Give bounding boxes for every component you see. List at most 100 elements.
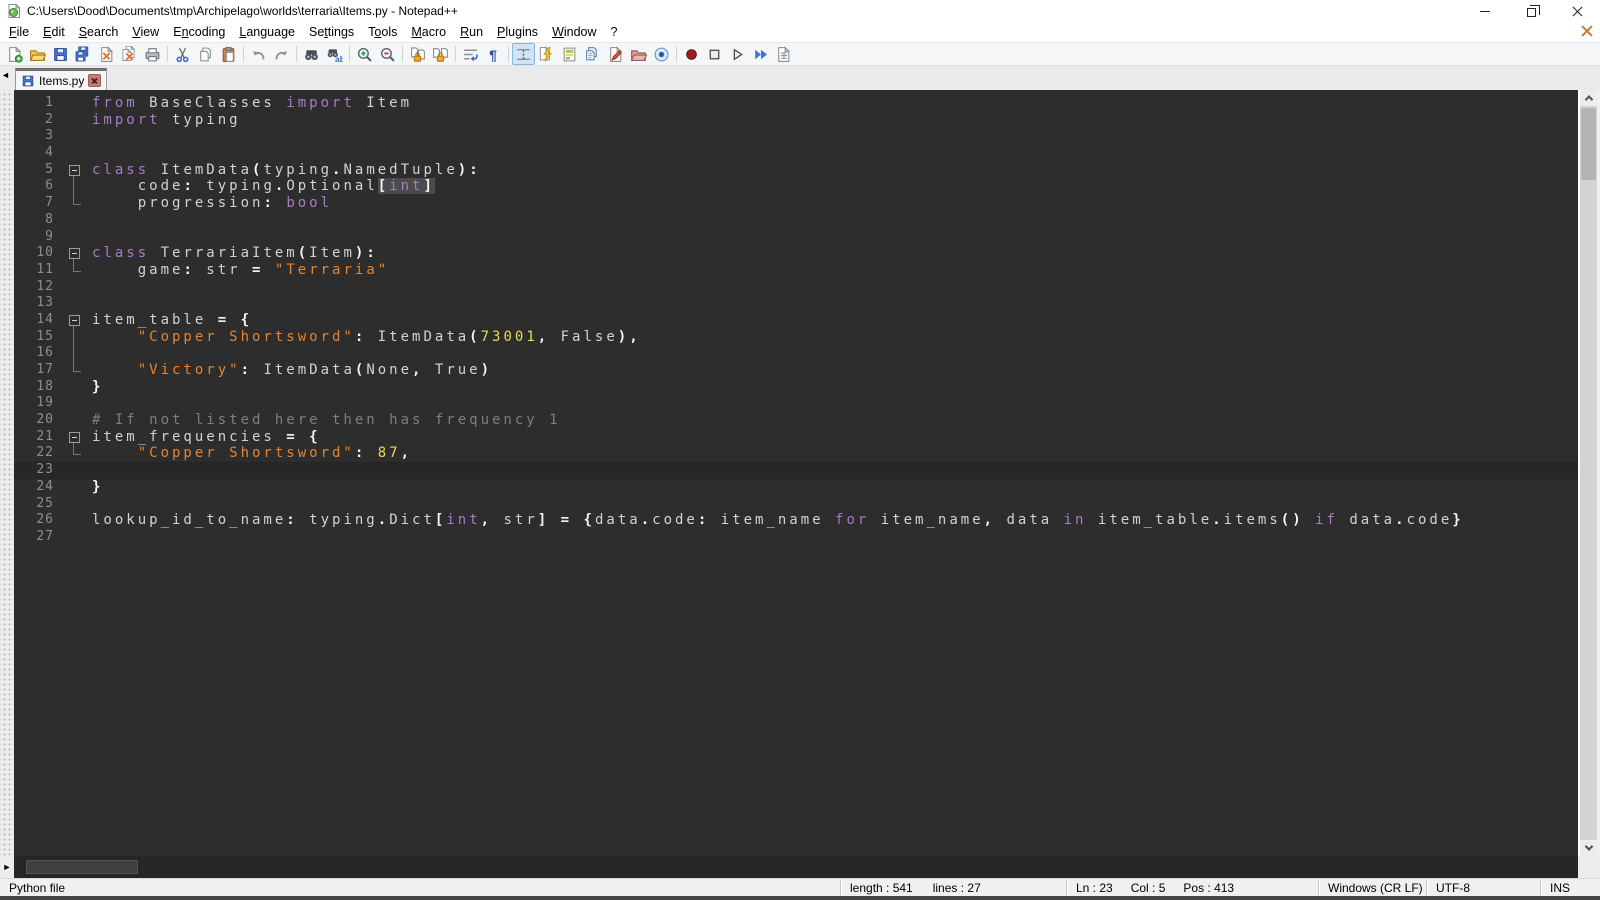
- new-file-button[interactable]: [3, 43, 26, 65]
- line-number[interactable]: 7: [14, 195, 60, 212]
- define-language-button[interactable]: [604, 43, 627, 65]
- menu-settings[interactable]: Settings: [302, 23, 361, 41]
- menu-plugins[interactable]: Plugins: [490, 23, 545, 41]
- code-line[interactable]: 18}: [14, 379, 1578, 396]
- fold-collapse-icon[interactable]: [69, 432, 80, 443]
- code-line[interactable]: 8: [14, 212, 1578, 229]
- save-file-button[interactable]: [49, 43, 72, 65]
- line-number[interactable]: 10: [14, 245, 60, 262]
- sync-vertical-scroll-button[interactable]: [406, 43, 429, 65]
- line-number[interactable]: 13: [14, 295, 60, 312]
- code-line[interactable]: 6 code: typing.Optional[int]: [14, 178, 1578, 195]
- code-line[interactable]: 15 "Copper Shortsword": ItemData(73001, …: [14, 329, 1578, 346]
- line-number[interactable]: 25: [14, 496, 60, 513]
- code-line[interactable]: 25: [14, 496, 1578, 513]
- code-line[interactable]: 4: [14, 145, 1578, 162]
- code-line[interactable]: 2import typing: [14, 112, 1578, 129]
- macro-playback-button[interactable]: [726, 43, 749, 65]
- restore-button[interactable]: [1508, 0, 1554, 22]
- code-line[interactable]: 1from BaseClasses import Item: [14, 95, 1578, 112]
- zoom-in-button[interactable]: [353, 43, 376, 65]
- fold-margin[interactable]: [60, 312, 88, 329]
- code-line[interactable]: 5class ItemData(typing.NamedTuple):: [14, 162, 1578, 179]
- menu-search[interactable]: Search: [72, 23, 126, 41]
- code-line[interactable]: 26lookup_id_to_name: typing.Dict[int, st…: [14, 512, 1578, 529]
- print-button[interactable]: [141, 43, 164, 65]
- tab-scroll-left-icon[interactable]: ◄: [1, 71, 10, 80]
- line-number[interactable]: 3: [14, 128, 60, 145]
- code-line[interactable]: 17 "Victory": ItemData(None, True): [14, 362, 1578, 379]
- horizontal-scrollbar-thumb[interactable]: [26, 860, 138, 874]
- line-number[interactable]: 6: [14, 178, 60, 195]
- minimize-button[interactable]: [1462, 0, 1508, 22]
- save-all-button[interactable]: [72, 43, 95, 65]
- menu-view[interactable]: View: [125, 23, 166, 41]
- document-map-button[interactable]: [558, 43, 581, 65]
- close-tab-icon[interactable]: [88, 74, 101, 87]
- line-number[interactable]: 4: [14, 145, 60, 162]
- find-button[interactable]: [300, 43, 323, 65]
- code-line[interactable]: 7 progression: bool: [14, 195, 1578, 212]
- macro-run-multiple-button[interactable]: [749, 43, 772, 65]
- file-monitoring-button[interactable]: [650, 43, 673, 65]
- zoom-out-button[interactable]: [376, 43, 399, 65]
- fold-margin[interactable]: [60, 429, 88, 446]
- line-number[interactable]: 8: [14, 212, 60, 229]
- scroll-down-button[interactable]: [1580, 840, 1597, 856]
- code-line[interactable]: 12: [14, 279, 1578, 296]
- macro-stop-button[interactable]: [703, 43, 726, 65]
- vertical-scrollbar-thumb[interactable]: [1581, 108, 1596, 180]
- line-number[interactable]: 24: [14, 479, 60, 496]
- code-line[interactable]: 9: [14, 229, 1578, 246]
- code-line[interactable]: 24}: [14, 479, 1578, 496]
- horizontal-scrollbar-track[interactable]: [14, 856, 1578, 878]
- tab-items-py[interactable]: Items.py: [15, 68, 107, 90]
- code-area[interactable]: 1from BaseClasses import Item2import typ…: [14, 90, 1578, 856]
- function-list-button[interactable]: [535, 43, 558, 65]
- menu-macro[interactable]: Macro: [404, 23, 453, 41]
- word-wrap-button[interactable]: [459, 43, 482, 65]
- line-number[interactable]: 14: [14, 312, 60, 329]
- line-number[interactable]: 19: [14, 395, 60, 412]
- close-all-button[interactable]: [118, 43, 141, 65]
- menu-encoding[interactable]: Encoding: [166, 23, 232, 41]
- code-line[interactable]: 10class TerrariaItem(Item):: [14, 245, 1578, 262]
- status-eol-format[interactable]: Windows (CR LF): [1318, 879, 1426, 896]
- code-line[interactable]: 22 "Copper Shortsword": 87,: [14, 445, 1578, 462]
- code-line[interactable]: 27: [14, 529, 1578, 546]
- dock-arrow-right-icon[interactable]: ►: [0, 856, 14, 878]
- line-number[interactable]: 18: [14, 379, 60, 396]
- line-number[interactable]: 1: [14, 95, 60, 112]
- line-number[interactable]: 9: [14, 229, 60, 246]
- close-document-icon[interactable]: [1581, 25, 1593, 37]
- code-line[interactable]: 21item_frequencies = {: [14, 429, 1578, 446]
- replace-button[interactable]: ab: [323, 43, 346, 65]
- line-number[interactable]: 12: [14, 279, 60, 296]
- menu-tools[interactable]: Tools: [361, 23, 404, 41]
- fold-collapse-icon[interactable]: [69, 315, 80, 326]
- code-line[interactable]: 11 game: str = "Terraria": [14, 262, 1578, 279]
- menu-help[interactable]: ?: [604, 23, 625, 41]
- fold-margin[interactable]: [60, 245, 88, 262]
- close-file-button[interactable]: [95, 43, 118, 65]
- code-line[interactable]: 13: [14, 295, 1578, 312]
- line-number[interactable]: 20: [14, 412, 60, 429]
- line-number[interactable]: 5: [14, 162, 60, 179]
- line-number[interactable]: 11: [14, 262, 60, 279]
- copy-button[interactable]: [194, 43, 217, 65]
- menu-file[interactable]: File: [2, 23, 36, 41]
- status-encoding[interactable]: UTF-8: [1426, 879, 1540, 896]
- folder-as-workspace-button[interactable]: [627, 43, 650, 65]
- redo-button[interactable]: [270, 43, 293, 65]
- paste-button[interactable]: [217, 43, 240, 65]
- undo-button[interactable]: [247, 43, 270, 65]
- menu-run[interactable]: Run: [453, 23, 490, 41]
- menu-window[interactable]: Window: [545, 23, 603, 41]
- line-number[interactable]: 15: [14, 329, 60, 346]
- cut-button[interactable]: [171, 43, 194, 65]
- open-file-button[interactable]: [26, 43, 49, 65]
- menu-language[interactable]: Language: [232, 23, 302, 41]
- vertical-scrollbar[interactable]: [1580, 90, 1597, 856]
- line-number[interactable]: 16: [14, 345, 60, 362]
- code-line[interactable]: 23: [14, 462, 1578, 479]
